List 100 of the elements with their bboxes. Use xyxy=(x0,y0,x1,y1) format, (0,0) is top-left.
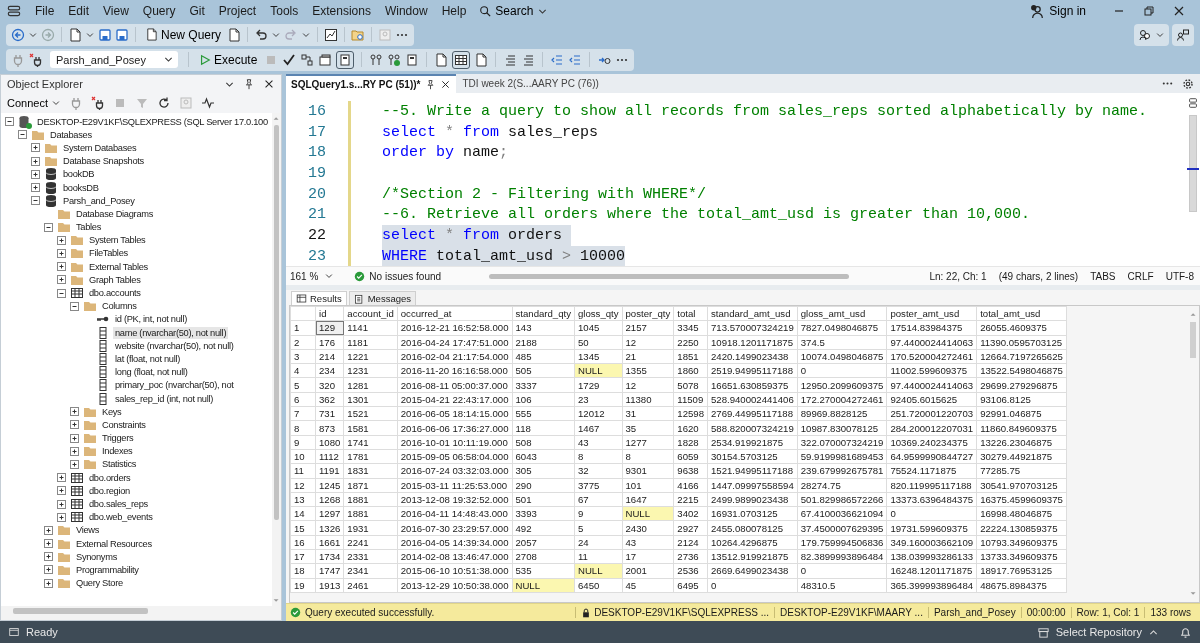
table-cell[interactable]: 1851 xyxy=(673,349,708,364)
expand-icon[interactable] xyxy=(30,142,41,154)
table-cell[interactable]: 13522.5498046875 xyxy=(976,363,1067,378)
tree-item[interactable]: DESKTOP-E29V1KF\SQLEXPRESS (SQL Server 17.0.100 xyxy=(35,115,270,128)
table-cell[interactable]: 16931.0703125 xyxy=(707,506,798,521)
table-cell[interactable]: 3402 xyxy=(673,506,708,521)
column-header[interactable]: gloss_amt_usd xyxy=(797,306,887,321)
editor-tab[interactable]: TDI week 2(S...AARY PC (76)) xyxy=(457,74,604,93)
table-cell[interactable]: 138.039993286133 xyxy=(886,549,977,564)
back-icon[interactable] xyxy=(11,27,25,42)
table-cell[interactable]: 30154.5703125 xyxy=(707,449,798,464)
device-icon[interactable] xyxy=(405,52,420,67)
folder-search-icon[interactable] xyxy=(351,27,366,42)
table-cell[interactable]: 1297 xyxy=(315,506,344,521)
tree-item[interactable]: Statistics xyxy=(100,458,139,471)
save-icon[interactable] xyxy=(115,27,129,42)
table-cell[interactable]: 2519.94995117188 xyxy=(707,363,798,378)
expand-icon[interactable] xyxy=(56,274,67,286)
scrollbar-thumb[interactable] xyxy=(1189,115,1197,212)
table-cell[interactable]: 2016-04-24 17:47:51.000 xyxy=(397,335,512,350)
table-cell[interactable]: 13512.919921875 xyxy=(707,549,798,564)
tree-item[interactable]: bookDB xyxy=(61,168,97,181)
database-dropdown[interactable]: Parsh_and_Posey xyxy=(50,51,178,68)
table-cell[interactable]: 13373.6396484375 xyxy=(886,492,977,507)
menu-item[interactable]: Extensions xyxy=(305,4,378,18)
table-cell[interactable]: 1661 xyxy=(315,535,344,550)
table-cell[interactable]: 18917.76953125 xyxy=(976,563,1067,579)
table-cell[interactable]: 2499.9899023438 xyxy=(707,492,798,507)
close-icon[interactable] xyxy=(263,78,275,90)
tree-item[interactable]: Programmability xyxy=(74,563,141,576)
line-ending[interactable]: CRLF xyxy=(1125,270,1156,282)
table-cell[interactable]: 1881 xyxy=(343,492,398,507)
table-cell[interactable]: 528.940002441406 xyxy=(707,392,798,407)
tree-item[interactable]: External Tables xyxy=(87,260,150,273)
save-icon[interactable] xyxy=(98,27,112,42)
table-cell[interactable]: 29699.279296875 xyxy=(976,378,1067,393)
row-number[interactable]: 6 xyxy=(290,392,316,407)
table-cell[interactable]: 24 xyxy=(574,535,622,550)
menu-item[interactable]: Help xyxy=(434,4,474,18)
expand-icon[interactable] xyxy=(56,511,67,523)
table-cell[interactable]: 1191 xyxy=(315,463,344,479)
table-cell[interactable]: 1301 xyxy=(343,392,398,407)
table-cell[interactable]: 2736 xyxy=(673,549,708,564)
expand-icon[interactable] xyxy=(69,445,80,457)
table-cell[interactable]: 11390.0595703125 xyxy=(976,335,1067,350)
grid-icon[interactable] xyxy=(454,52,469,67)
undo-icon[interactable] xyxy=(254,27,269,42)
tree-item[interactable]: lat (float, not null) xyxy=(113,352,182,365)
table-cell[interactable]: 16375.4599609375 xyxy=(976,492,1067,507)
tree-item[interactable]: Views xyxy=(74,524,102,537)
scrollbar-thumb[interactable] xyxy=(13,608,148,614)
new-query-button[interactable]: New Query xyxy=(142,24,225,45)
table-cell[interactable]: 6043 xyxy=(512,449,575,464)
expand-icon[interactable] xyxy=(69,458,80,470)
table-cell[interactable]: 2016-12-21 16:52:58.000 xyxy=(397,320,512,336)
table-cell[interactable]: 48675.8984375 xyxy=(976,578,1067,593)
table-cell[interactable]: 0 xyxy=(797,363,887,378)
menu-item[interactable]: Git xyxy=(182,4,212,18)
table-cell[interactable]: 2461 xyxy=(343,578,398,593)
tree-item[interactable]: Database Snapshots xyxy=(61,155,146,168)
people-icon[interactable] xyxy=(1138,27,1152,42)
table-cell[interactable]: 13226.23046875 xyxy=(976,435,1067,450)
scrollbar-thumb[interactable] xyxy=(489,273,850,279)
table-cell[interactable]: 2331 xyxy=(343,549,398,564)
expand-icon[interactable] xyxy=(43,551,54,563)
table-cell[interactable]: 320 xyxy=(315,378,344,393)
table-cell[interactable]: 1871 xyxy=(343,478,398,493)
scrollbar-thumb[interactable] xyxy=(1190,322,1196,358)
table-cell[interactable]: 5078 xyxy=(673,378,708,393)
tree-item[interactable]: dbo.region xyxy=(87,484,132,497)
table-cell[interactable]: 362 xyxy=(315,392,344,407)
collapse-icon[interactable] xyxy=(30,195,41,207)
table-cell[interactable]: 2536 xyxy=(673,563,708,579)
row-number[interactable]: 14 xyxy=(290,506,316,521)
expand-icon[interactable] xyxy=(69,432,80,444)
tree-item[interactable]: Triggers xyxy=(100,432,136,445)
editor-tab[interactable]: SQLQuery1.s...RY PC (51))* xyxy=(286,74,456,93)
table-cell[interactable]: 16998.48046875 xyxy=(976,506,1067,521)
table-cell[interactable]: 97.4400024414063 xyxy=(886,335,977,350)
table-cell[interactable]: 10987.830078125 xyxy=(797,420,887,436)
table-cell[interactable]: 0 xyxy=(797,563,887,579)
row-number[interactable]: 18 xyxy=(290,563,316,579)
expand-icon[interactable] xyxy=(56,234,67,246)
table-cell[interactable]: 1181 xyxy=(343,335,398,350)
tree-item[interactable]: Query Store xyxy=(74,577,125,590)
table-cell[interactable]: 28274.75 xyxy=(797,478,887,493)
document-icon[interactable] xyxy=(474,52,489,67)
table-cell[interactable]: 1277 xyxy=(622,435,674,450)
table-cell[interactable]: 485 xyxy=(512,349,575,364)
table-cell[interactable]: 21 xyxy=(622,349,674,364)
table-cell[interactable]: 1521 xyxy=(343,406,398,421)
collapse-icon[interactable] xyxy=(43,221,54,233)
table-cell[interactable]: 16248.1201171875 xyxy=(886,563,977,579)
table-cell[interactable]: 2016-07-24 03:32:03.000 xyxy=(397,463,512,479)
activity-icon[interactable] xyxy=(201,96,215,110)
table-cell[interactable]: 2016-04-11 14:48:43.000 xyxy=(397,506,512,521)
tree-item[interactable]: dbo.orders xyxy=(87,471,133,484)
table-cell[interactable]: 2016-08-11 05:00:37.000 xyxy=(397,378,512,393)
row-number[interactable]: 8 xyxy=(290,420,316,436)
table-cell[interactable]: 2016-10-01 10:11:19.000 xyxy=(397,435,512,450)
